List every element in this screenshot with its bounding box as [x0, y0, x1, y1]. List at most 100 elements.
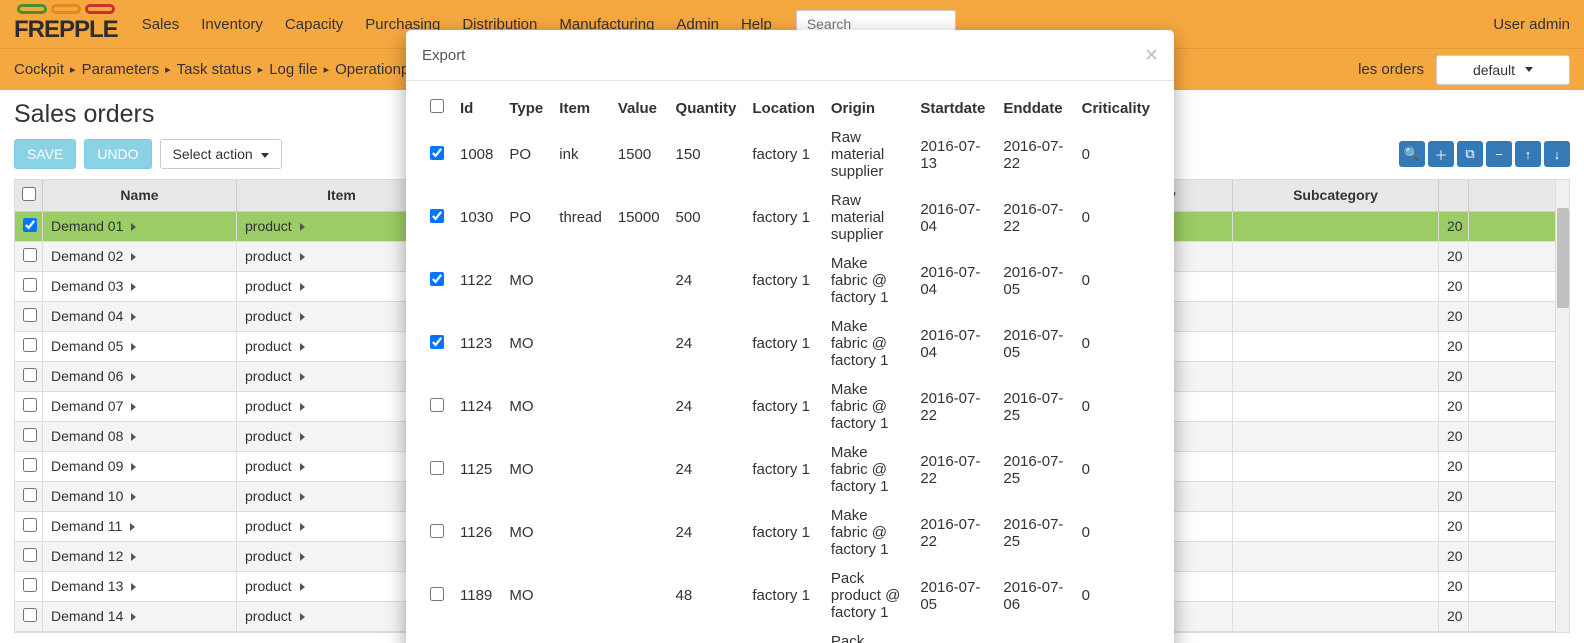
row-check[interactable]	[15, 242, 43, 271]
row-check[interactable]	[15, 572, 43, 601]
row-date[interactable]: 20	[1439, 422, 1469, 451]
row-name[interactable]: Demand 06	[43, 362, 237, 391]
logo[interactable]: FREPPLE	[14, 4, 118, 44]
header-subcategory[interactable]: Subcategory	[1233, 180, 1439, 211]
row-check[interactable]	[15, 362, 43, 391]
row-check[interactable]	[15, 332, 43, 361]
row-check[interactable]	[15, 302, 43, 331]
nav-sales[interactable]: Sales	[142, 16, 180, 33]
cell-type: MO	[501, 249, 551, 312]
row-date[interactable]: 20	[1439, 332, 1469, 361]
row-check[interactable]	[422, 249, 452, 312]
close-icon[interactable]: ×	[1145, 44, 1158, 66]
row-date[interactable]: 20	[1439, 392, 1469, 421]
row-subcat[interactable]	[1233, 452, 1439, 481]
export-row[interactable]: 1126MO24factory 1Make fabric @ factory 1…	[422, 501, 1158, 564]
row-date[interactable]: 20	[1439, 602, 1469, 631]
row-subcat[interactable]	[1233, 392, 1439, 421]
undo-button[interactable]: UNDO	[84, 139, 151, 169]
row-check[interactable]	[15, 482, 43, 511]
row-subcat[interactable]	[1233, 272, 1439, 301]
breadcrumb-item[interactable]: Task status	[177, 61, 252, 78]
row-name[interactable]: Demand 13	[43, 572, 237, 601]
scrollbar[interactable]	[1555, 180, 1569, 632]
nav-capacity[interactable]: Capacity	[285, 16, 343, 33]
export-row[interactable]: 1030POthread15000500factory 1Raw materia…	[422, 186, 1158, 249]
row-date[interactable]: 20	[1439, 302, 1469, 331]
row-check[interactable]	[15, 392, 43, 421]
default-select[interactable]: default	[1436, 55, 1570, 85]
export-row[interactable]: 1122MO24factory 1Make fabric @ factory 1…	[422, 249, 1158, 312]
breadcrumb-item[interactable]: Log file	[269, 61, 317, 78]
row-name[interactable]: Demand 04	[43, 302, 237, 331]
row-subcat[interactable]	[1233, 362, 1439, 391]
row-check[interactable]	[15, 422, 43, 451]
row-check[interactable]	[15, 452, 43, 481]
export-row[interactable]: 1124MO24factory 1Make fabric @ factory 1…	[422, 375, 1158, 438]
row-name[interactable]: Demand 02	[43, 242, 237, 271]
row-subcat[interactable]	[1233, 422, 1439, 451]
row-name[interactable]: Demand 14	[43, 602, 237, 631]
row-subcat[interactable]	[1233, 602, 1439, 631]
row-subcat[interactable]	[1233, 332, 1439, 361]
copy-icon-button[interactable]: ⧉	[1457, 141, 1483, 167]
row-subcat[interactable]	[1233, 212, 1439, 241]
row-check[interactable]	[15, 272, 43, 301]
row-subcat[interactable]	[1233, 302, 1439, 331]
row-check[interactable]	[15, 512, 43, 541]
remove-icon-button[interactable]: −	[1486, 141, 1512, 167]
add-icon-button[interactable]: ＋	[1428, 141, 1454, 167]
cell-value	[610, 312, 668, 375]
row-date[interactable]: 20	[1439, 362, 1469, 391]
row-subcat[interactable]	[1233, 572, 1439, 601]
scrollbar-thumb[interactable]	[1557, 208, 1569, 308]
row-name[interactable]: Demand 05	[43, 332, 237, 361]
row-date[interactable]: 20	[1439, 572, 1469, 601]
header-date[interactable]	[1439, 180, 1469, 211]
row-subcat[interactable]	[1233, 512, 1439, 541]
header-check[interactable]	[15, 180, 43, 211]
row-check[interactable]	[422, 375, 452, 438]
save-button[interactable]: SAVE	[14, 139, 76, 169]
row-check[interactable]	[422, 312, 452, 375]
row-check[interactable]	[15, 212, 43, 241]
user-link[interactable]: User admin	[1493, 16, 1570, 33]
row-name[interactable]: Demand 03	[43, 272, 237, 301]
row-name[interactable]: Demand 08	[43, 422, 237, 451]
row-date[interactable]: 20	[1439, 542, 1469, 571]
select-action-button[interactable]: Select action	[160, 139, 282, 169]
row-check[interactable]	[422, 438, 452, 501]
header-checkbox[interactable]	[422, 93, 452, 123]
row-date[interactable]: 20	[1439, 272, 1469, 301]
header-name[interactable]: Name	[43, 180, 237, 211]
breadcrumb-item[interactable]: Parameters	[82, 61, 160, 78]
up-icon-button[interactable]: ↑	[1515, 141, 1541, 167]
breadcrumb-item[interactable]: Cockpit	[14, 61, 64, 78]
row-name[interactable]: Demand 09	[43, 452, 237, 481]
row-name[interactable]: Demand 01	[43, 212, 237, 241]
row-date[interactable]: 20	[1439, 482, 1469, 511]
row-subcat[interactable]	[1233, 242, 1439, 271]
down-icon-button[interactable]: ↓	[1544, 141, 1570, 167]
row-name[interactable]: Demand 10	[43, 482, 237, 511]
select-all-checkbox[interactable]	[430, 99, 444, 113]
export-row[interactable]: 1125MO24factory 1Make fabric @ factory 1…	[422, 438, 1158, 501]
row-name[interactable]: Demand 12	[43, 542, 237, 571]
row-check[interactable]	[422, 501, 452, 564]
row-name[interactable]: Demand 11	[43, 512, 237, 541]
row-date[interactable]: 20	[1439, 212, 1469, 241]
row-date[interactable]: 20	[1439, 512, 1469, 541]
row-date[interactable]: 20	[1439, 242, 1469, 271]
row-check[interactable]	[15, 602, 43, 631]
row-check[interactable]	[15, 542, 43, 571]
row-check[interactable]	[422, 123, 452, 186]
row-date[interactable]: 20	[1439, 452, 1469, 481]
export-row[interactable]: 1123MO24factory 1Make fabric @ factory 1…	[422, 312, 1158, 375]
search-icon-button[interactable]: 🔍	[1399, 141, 1425, 167]
export-row[interactable]: 1008POink1500150factory 1Raw material su…	[422, 123, 1158, 186]
row-subcat[interactable]	[1233, 542, 1439, 571]
nav-inventory[interactable]: Inventory	[201, 16, 263, 33]
row-name[interactable]: Demand 07	[43, 392, 237, 421]
row-check[interactable]	[422, 186, 452, 249]
row-subcat[interactable]	[1233, 482, 1439, 511]
